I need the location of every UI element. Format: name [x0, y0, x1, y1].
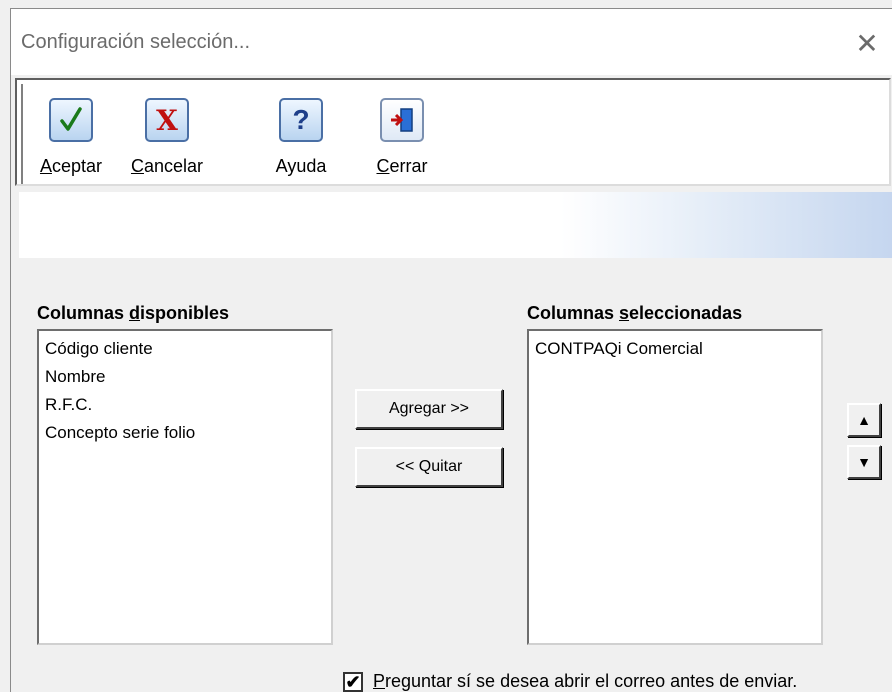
- available-columns-list[interactable]: Código cliente Nombre R.F.C. Concepto serie…: [37, 329, 333, 645]
- list-item[interactable]: CONTPAQi Comercial: [535, 335, 815, 363]
- list-item[interactable]: R.F.C.: [45, 391, 325, 419]
- ask-before-send-option[interactable]: ✔ Preguntar sí se desea abrir el correo …: [343, 671, 797, 692]
- list-item[interactable]: Concepto serie folio: [45, 419, 325, 447]
- arrow-up-icon: ▲: [857, 412, 871, 428]
- dialog-window: Configuración selección... ✕ Aceptar X C: [10, 8, 892, 692]
- close-icon: ✕: [855, 27, 879, 59]
- list-item[interactable]: Código cliente: [45, 335, 325, 363]
- cancel-x-icon: X: [145, 98, 189, 142]
- move-up-button[interactable]: ▲: [847, 403, 881, 437]
- list-item[interactable]: Nombre: [45, 363, 325, 391]
- check-icon: [49, 98, 93, 142]
- checkmark-icon: ✔: [345, 671, 361, 692]
- exit-label: Cerrar: [376, 156, 428, 176]
- ask-before-send-label: Preguntar sí se desea abrir el correo an…: [373, 671, 798, 691]
- window-title: Configuración selección...: [21, 31, 251, 53]
- selected-columns-label: Columnas seleccionadas: [527, 303, 743, 323]
- exit-button[interactable]: Cerrar: [367, 90, 437, 182]
- ask-before-send-checkbox[interactable]: ✔: [343, 671, 363, 692]
- selected-columns-list[interactable]: CONTPAQi Comercial: [527, 329, 823, 645]
- header-banner: [19, 192, 892, 258]
- remove-button[interactable]: << Quitar: [355, 447, 503, 487]
- accept-button[interactable]: Aceptar: [29, 90, 113, 182]
- arrow-down-icon: ▼: [857, 454, 871, 470]
- available-columns-label: Columnas disponibles: [37, 303, 230, 323]
- move-down-button[interactable]: ▼: [847, 445, 881, 479]
- help-icon: ?: [279, 98, 323, 142]
- accept-label: Aceptar: [39, 156, 103, 176]
- toolbar: Aceptar X Cancelar ? Ayuda Cerrar: [15, 78, 891, 186]
- help-label: Ayuda: [275, 156, 327, 176]
- cancel-label: Cancelar: [130, 156, 204, 176]
- help-button[interactable]: ? Ayuda: [261, 90, 341, 182]
- cancel-button[interactable]: X Cancelar: [121, 90, 213, 182]
- add-button[interactable]: Agregar >>: [355, 389, 503, 429]
- exit-door-icon: [380, 98, 424, 142]
- toolbar-inner: Aceptar X Cancelar ? Ayuda Cerrar: [21, 84, 889, 184]
- title-bar: Configuración selección... ✕: [11, 9, 892, 75]
- close-button[interactable]: ✕: [847, 23, 887, 63]
